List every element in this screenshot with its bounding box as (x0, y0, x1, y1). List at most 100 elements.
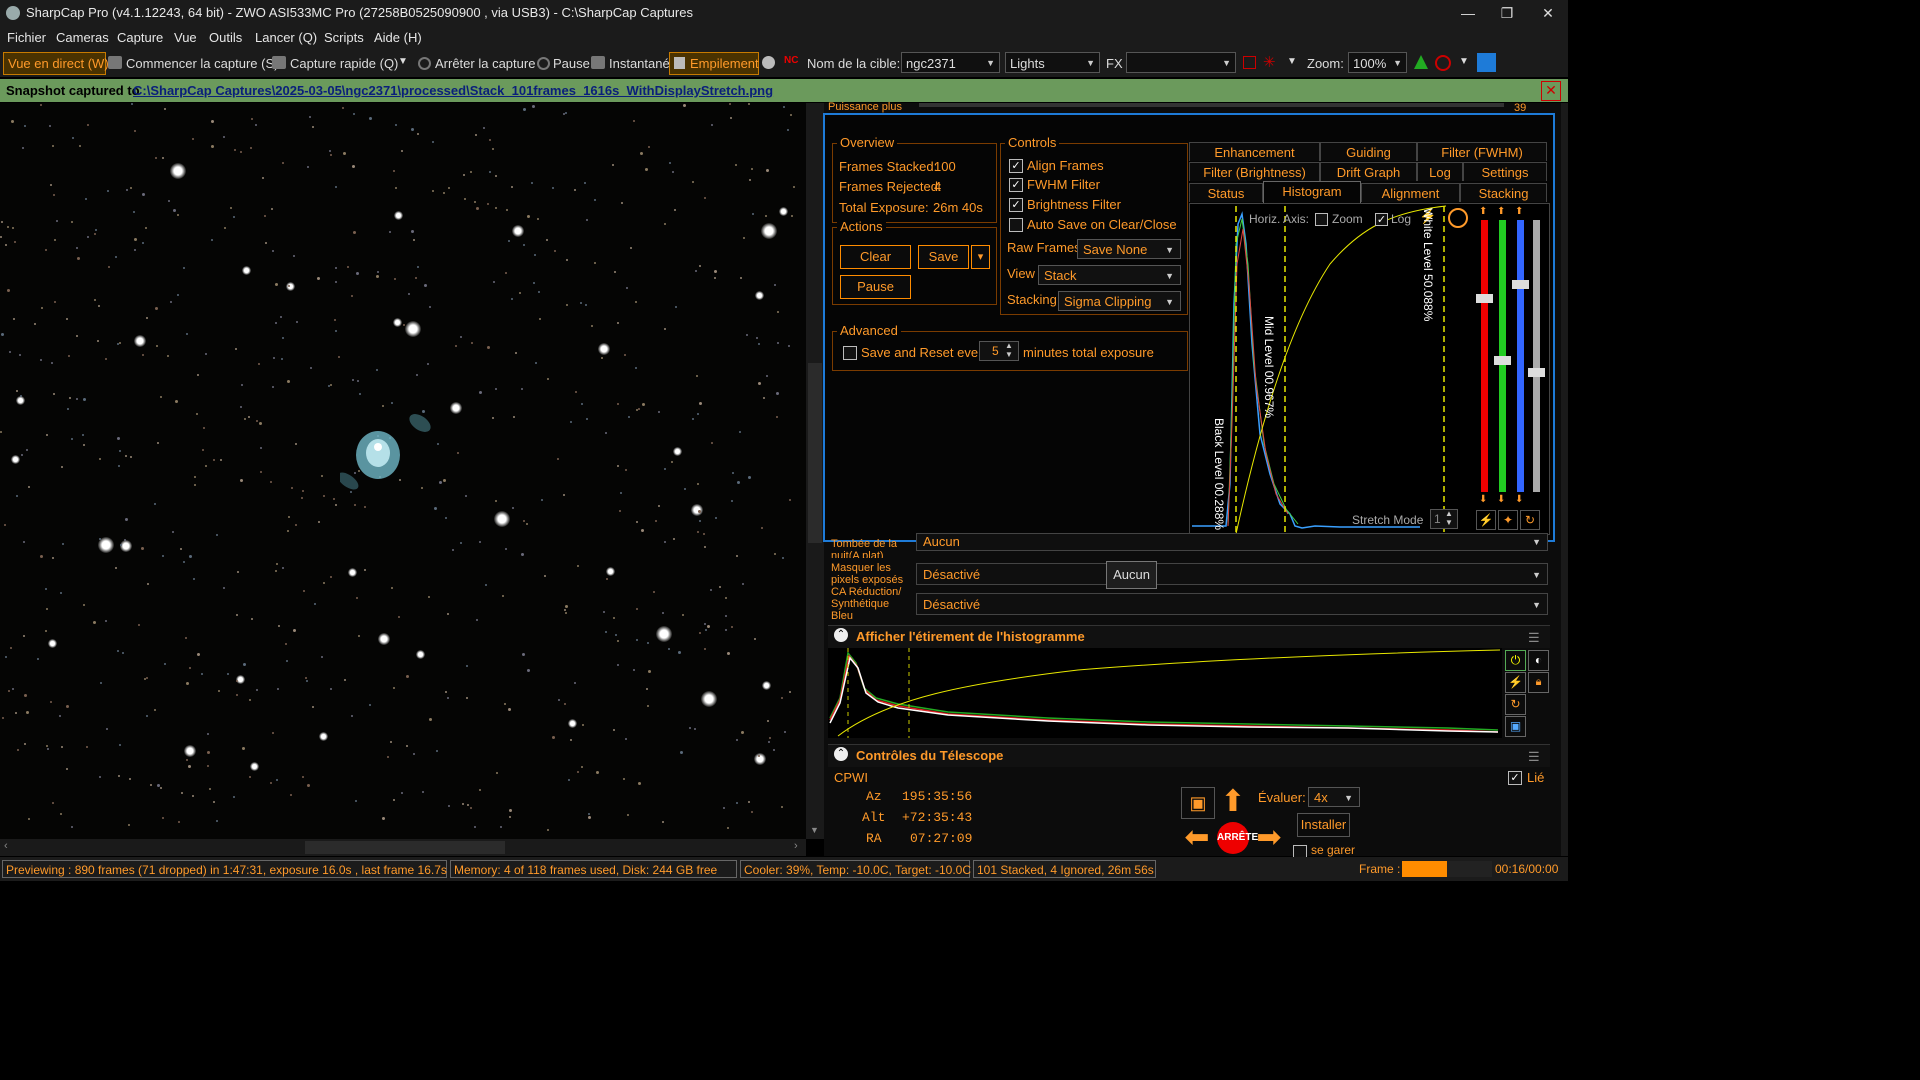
nc-icon[interactable]: NC (784, 55, 800, 70)
zoom-select[interactable]: 100% ▼ (1348, 52, 1407, 73)
telescope-header[interactable]: ⌃ Contrôles du Télescope ☰ (828, 744, 1550, 767)
lock-icon[interactable]: 🔒︎ (1528, 672, 1549, 693)
lightning-icon[interactable]: ⚡ (1505, 672, 1526, 693)
histogram-stretch-header[interactable]: ⌃ Afficher l'étirement de l'histogramme … (828, 625, 1550, 648)
tab-histogram[interactable]: Histogram (1263, 181, 1361, 203)
stacking-method-select[interactable]: Sigma Clipping ▼ (1058, 291, 1181, 311)
menu-capture[interactable]: Capture (117, 30, 163, 45)
menu-scripts[interactable]: Scripts (324, 30, 364, 45)
close-icon[interactable]: ✕ (1541, 81, 1561, 101)
lightning-icon[interactable]: ⚡ (1476, 510, 1496, 530)
image-vertical-scrollbar[interactable]: ▼ (806, 103, 824, 839)
target-name-input[interactable]: ngc2371 ▼ (901, 52, 1000, 73)
move-east-button[interactable]: ➡ (1252, 821, 1286, 855)
tab-settings[interactable]: Settings (1463, 162, 1547, 181)
crosshair-icon[interactable]: ✳ (1263, 53, 1276, 71)
stretch-mode-stepper[interactable]: 1 ▲ ▼ (1430, 509, 1458, 529)
setting-select-dusk[interactable]: Aucun ▼ (916, 533, 1548, 551)
scroll-right-arrow-icon[interactable]: › (794, 840, 798, 852)
save-reset-checkbox[interactable] (843, 346, 857, 360)
annotation-icon[interactable] (1477, 53, 1496, 72)
arrow-up-icon[interactable]: ⬆ (1479, 206, 1487, 217)
histogram-icon[interactable] (1414, 55, 1428, 69)
fx-select[interactable]: ▼ (1126, 52, 1236, 73)
frame-type-select[interactable]: Lights ▼ (1005, 52, 1100, 73)
blue-channel-slider[interactable] (1517, 220, 1524, 492)
stop-button[interactable]: ARRÊTE (1217, 822, 1258, 854)
scrollbar-thumb[interactable] (808, 363, 822, 543)
chevron-down-icon[interactable]: ▼ (1459, 56, 1469, 67)
maximize-button[interactable]: ❐ (1492, 3, 1522, 23)
menu-lancer[interactable]: Lancer (Q) (255, 30, 317, 45)
menu-fichier[interactable]: Fichier (7, 30, 46, 45)
chevron-down-icon[interactable]: ▼ (1287, 56, 1297, 67)
red-slider-handle[interactable] (1476, 294, 1493, 303)
save-options-dropdown[interactable]: ▾ (971, 245, 990, 269)
reset-icon[interactable]: ↻ (1505, 694, 1526, 715)
blue-slider-handle[interactable] (1512, 280, 1529, 289)
panel-menu-icon[interactable]: ☰ (1528, 749, 1540, 765)
menu-cameras[interactable]: Cameras (56, 30, 109, 45)
luminance-channel-slider[interactable] (1533, 220, 1540, 492)
collapse-icon[interactable]: ⌃ (834, 628, 848, 642)
raw-frames-select[interactable]: Save None ▼ (1077, 239, 1181, 259)
stepper-up-icon[interactable]: ▲ (1445, 509, 1453, 518)
minimize-button[interactable]: — (1453, 3, 1483, 23)
clear-button[interactable]: Clear (840, 245, 911, 269)
scrollbar-thumb[interactable] (305, 841, 505, 854)
tab-stacking[interactable]: Stacking (1460, 183, 1547, 202)
camera-image-view[interactable] (0, 103, 806, 839)
stepper-down-icon[interactable]: ▼ (1005, 350, 1013, 359)
brightness-filter-checkbox[interactable]: ✓ (1009, 198, 1023, 212)
move-west-button[interactable]: ⬅ (1180, 821, 1214, 855)
arrow-down-icon[interactable]: ⬇ (1479, 494, 1487, 505)
green-slider-handle[interactable] (1494, 356, 1511, 365)
move-north-button[interactable]: ⬆ (1216, 785, 1250, 819)
stepper-down-icon[interactable]: ▼ (1445, 518, 1453, 527)
settings-scrollbar[interactable] (1561, 103, 1568, 856)
focus-icon[interactable] (1435, 55, 1451, 71)
tab-filter-brightness[interactable]: Filter (Brightness) (1189, 162, 1320, 181)
arrow-up-icon[interactable]: ⬆ (1497, 206, 1505, 217)
tab-alignment[interactable]: Alignment (1361, 183, 1460, 202)
reset-icon[interactable] (1448, 208, 1468, 228)
start-capture-button[interactable]: Commencer la capture (S) (126, 56, 278, 71)
pause-button[interactable]: Pause (553, 56, 590, 71)
snapshot-path-link[interactable]: C:\SharpCap Captures\2025-03-05\ngc2371\… (133, 83, 773, 98)
livestack-sphere-icon[interactable] (762, 56, 775, 69)
tab-log[interactable]: Log (1417, 162, 1463, 181)
zoom-checkbox[interactable] (1315, 213, 1328, 226)
stop-capture-button[interactable]: Arrêter la capture (435, 56, 535, 71)
auto-save-checkbox[interactable] (1009, 218, 1023, 232)
stack-histogram-area[interactable]: Horiz. Axis: Zoom ✓ Log ⚡ Black Level 00… (1189, 203, 1550, 535)
display-histogram[interactable] (828, 648, 1502, 738)
luminance-slider-handle[interactable] (1528, 368, 1545, 377)
select-area-icon[interactable] (1243, 56, 1256, 69)
save-icon[interactable]: ▣ (1505, 716, 1526, 737)
arrow-down-icon[interactable]: ⬇ (1515, 494, 1523, 505)
fwhm-filter-checkbox[interactable]: ✓ (1009, 178, 1023, 192)
minutes-stepper[interactable]: 5 ▲ ▼ (979, 341, 1019, 361)
chevron-down-icon[interactable]: ▼ (398, 56, 408, 67)
menu-vue[interactable]: Vue (174, 30, 197, 45)
red-channel-slider[interactable] (1481, 220, 1488, 492)
stretch-power-icon[interactable]: ⏻ (1505, 650, 1526, 671)
tab-drift-graph[interactable]: Drift Graph (1320, 162, 1417, 181)
quick-capture-button[interactable]: Capture rapide (Q) (290, 56, 398, 71)
spiral-search-icon[interactable]: ▣ (1181, 787, 1215, 819)
stepper-up-icon[interactable]: ▲ (1005, 341, 1013, 350)
scroll-left-arrow-icon[interactable]: ‹ (4, 840, 8, 852)
tab-filter-fwhm[interactable]: Filter (FWHM) (1417, 142, 1547, 161)
save-button[interactable]: Save (918, 245, 969, 269)
arrow-up-icon[interactable]: ⬆ (1515, 206, 1523, 217)
setting-select-ca-reduction[interactable]: Désactivé ▼ (916, 593, 1548, 615)
auto-stretch-icon[interactable]: ✦ (1498, 510, 1518, 530)
contrast-icon[interactable]: ◐ (1528, 650, 1549, 671)
close-button[interactable]: ✕ (1533, 3, 1563, 23)
menu-outils[interactable]: Outils (209, 30, 242, 45)
tab-guiding[interactable]: Guiding (1320, 142, 1417, 161)
align-frames-checkbox[interactable]: ✓ (1009, 159, 1023, 173)
stacking-button[interactable]: Empilement (669, 52, 759, 75)
setup-button[interactable]: Installer (1297, 813, 1350, 837)
rate-select[interactable]: 4x ▼ (1308, 787, 1360, 807)
